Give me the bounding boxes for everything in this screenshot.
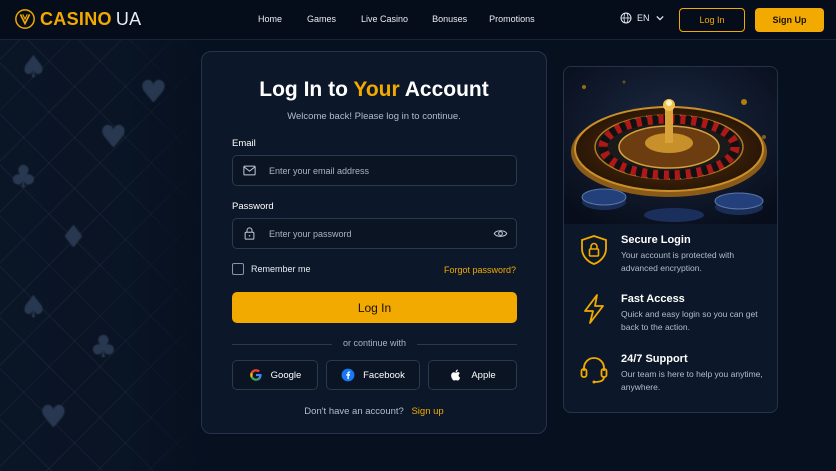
- nav-games[interactable]: Games: [307, 14, 336, 24]
- features-panel: Secure Login Your account is protected w…: [563, 66, 778, 413]
- logo-text: CASINO UA: [40, 8, 142, 29]
- header-login-button[interactable]: Log In: [679, 8, 745, 32]
- password-input[interactable]: [269, 228, 493, 239]
- email-field-wrapper: [232, 155, 517, 186]
- login-subtitle: Welcome back! Please log in to continue.: [287, 111, 461, 122]
- heart-icon: ♥: [140, 75, 167, 110]
- feature-title: Secure Login: [621, 234, 691, 246]
- club-icon: ♣: [10, 160, 37, 195]
- club-icon: ♣: [90, 330, 117, 365]
- google-label: Google: [270, 369, 302, 381]
- header-signup-button[interactable]: Sign Up: [755, 8, 824, 32]
- facebook-login-button[interactable]: Facebook: [326, 360, 420, 390]
- heart-icon: ♥: [100, 120, 127, 155]
- mail-icon: [243, 165, 256, 176]
- remember-me[interactable]: Remember me: [232, 263, 311, 275]
- signup-link[interactable]: Sign up: [411, 406, 443, 417]
- apple-login-button[interactable]: Apple: [428, 360, 517, 390]
- logo-emblem-icon: [15, 9, 35, 29]
- google-icon: [249, 369, 262, 381]
- lightning-icon: [584, 294, 604, 324]
- background-pattern: ♠ ♥ ♣ ♥ ♦ ♠ ♣ ♥: [0, 40, 200, 471]
- password-label: Password: [232, 201, 274, 212]
- remember-checkbox[interactable]: [232, 263, 244, 275]
- heart-icon: ♥: [40, 400, 67, 435]
- apple-label: Apple: [471, 369, 496, 381]
- password-field-wrapper: [232, 218, 517, 249]
- top-header: CASINO UA Home Games Live Casino Bonuses …: [0, 0, 836, 40]
- language-code: EN: [637, 13, 650, 23]
- email-label: Email: [232, 138, 256, 149]
- language-selector[interactable]: EN: [620, 12, 664, 24]
- globe-icon: [620, 12, 632, 24]
- headset-icon: [580, 357, 608, 384]
- roulette-wheel-image: [564, 67, 777, 224]
- google-login-button[interactable]: Google: [232, 360, 318, 390]
- feature-title: Fast Access: [621, 293, 685, 305]
- no-account-text: Don't have an account?: [304, 406, 404, 417]
- remember-label: Remember me: [251, 264, 311, 274]
- divider-text: or continue with: [342, 338, 407, 348]
- nav-bonuses[interactable]: Bonuses: [432, 14, 467, 24]
- feature-description: Your account is protected with advanced …: [621, 250, 735, 273]
- spade-icon: ♠: [20, 50, 47, 85]
- shield-lock-icon: [581, 235, 607, 265]
- page-title: Log In to Your Account: [259, 78, 489, 101]
- facebook-label: Facebook: [363, 369, 405, 381]
- show-password-icon[interactable]: [493, 226, 508, 241]
- login-submit-button[interactable]: Log In: [232, 292, 517, 323]
- nav-live-casino[interactable]: Live Casino: [361, 14, 408, 24]
- diamond-icon: ♦: [60, 220, 87, 255]
- login-card: Log In to Your Account Welcome back! Ple…: [201, 51, 547, 434]
- signup-prompt: Don't have an account? Sign up: [202, 406, 546, 417]
- spade-icon: ♠: [20, 290, 47, 325]
- social-divider: or continue with: [232, 338, 517, 350]
- logo[interactable]: CASINO UA: [14, 8, 141, 30]
- main-nav: Home Games Live Casino Bonuses Promotion…: [258, 14, 535, 24]
- feature-title: 24/7 Support: [621, 353, 688, 365]
- feature-description: Quick and easy login so you can get back…: [621, 309, 758, 332]
- email-input[interactable]: [269, 165, 516, 176]
- facebook-icon: [341, 368, 355, 382]
- chevron-down-icon: [655, 15, 664, 21]
- nav-home[interactable]: Home: [258, 14, 282, 24]
- divider-line: [417, 344, 517, 345]
- feature-description: Our team is here to help you anytime, an…: [621, 369, 763, 392]
- lock-icon: [244, 227, 255, 240]
- forgot-password-link[interactable]: Forgot password?: [444, 265, 516, 275]
- apple-icon: [451, 369, 461, 381]
- nav-promotions[interactable]: Promotions: [489, 14, 535, 24]
